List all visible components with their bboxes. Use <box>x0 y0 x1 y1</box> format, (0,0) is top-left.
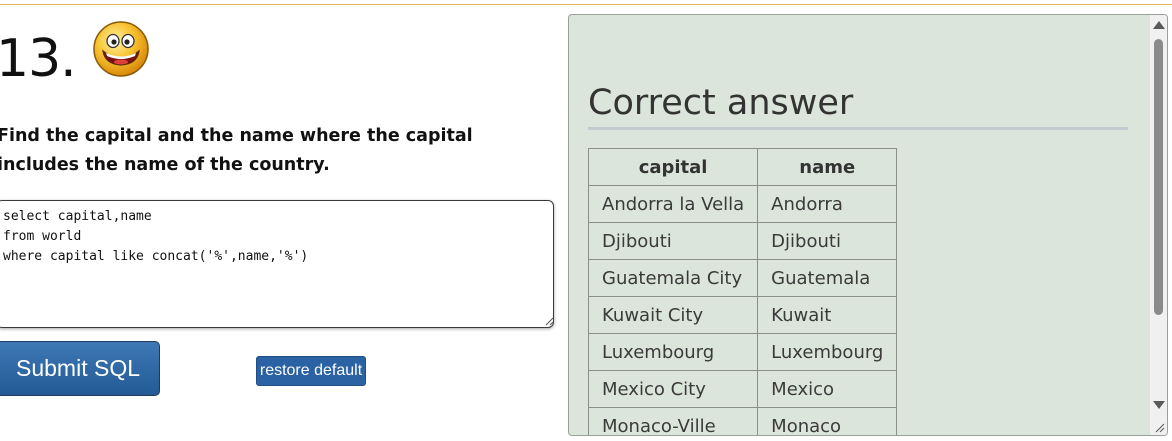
table-row: Luxembourg Luxembourg <box>587 333 898 371</box>
sql-editor[interactable]: select capital,name from world where cap… <box>0 200 554 328</box>
column-header-capital: capital <box>587 148 759 186</box>
correct-answer-panel[interactable]: Correct answer capital name Andorra la V… <box>568 14 1168 436</box>
scroll-down-arrow-icon[interactable] <box>1153 401 1165 409</box>
table-row: Andorra la Vella Andorra <box>587 185 898 223</box>
cell-name: Mexico <box>757 370 898 408</box>
answer-scrollbar[interactable] <box>1150 15 1167 435</box>
table-row: Monaco-Ville Monaco <box>587 407 898 435</box>
cell-name: Luxembourg <box>757 333 898 371</box>
question-panel: 13. Find the capital and the name where … <box>0 5 562 441</box>
answer-table: capital name Andorra la Vella Andorra Dj… <box>587 148 898 435</box>
submit-sql-button[interactable]: Submit SQL <box>0 341 160 396</box>
scroll-up-arrow-icon[interactable] <box>1153 21 1165 29</box>
cell-capital: Luxembourg <box>587 333 759 371</box>
cell-capital: Mexico City <box>587 370 759 408</box>
question-number: 13. <box>0 29 77 89</box>
cell-name: Djibouti <box>757 222 898 260</box>
cell-name: Kuwait <box>757 296 898 334</box>
cell-name: Andorra <box>757 185 898 223</box>
column-header-name: name <box>757 148 898 186</box>
cell-capital: Monaco-Ville <box>587 407 759 435</box>
cell-capital: Guatemala City <box>587 259 759 297</box>
restore-default-button[interactable]: restore default <box>256 356 366 386</box>
question-text: Find the capital and the name where the … <box>0 126 473 175</box>
cell-name: Guatemala <box>757 259 898 297</box>
cell-capital: Djibouti <box>587 222 759 260</box>
cell-name: Monaco <box>757 407 898 435</box>
table-row: Guatemala City Guatemala <box>587 259 898 297</box>
editor-resize-grip-icon[interactable] <box>545 317 554 326</box>
table-header-row: capital name <box>587 148 898 186</box>
correct-answer-heading: Correct answer <box>588 83 1128 130</box>
scrollbar-thumb[interactable] <box>1154 39 1163 315</box>
grinning-smiley-icon <box>93 21 149 77</box>
table-row: Djibouti Djibouti <box>587 222 898 260</box>
cell-capital: Kuwait City <box>587 296 759 334</box>
panel-resize-grip-icon[interactable] <box>1155 423 1165 433</box>
cell-capital: Andorra la Vella <box>587 185 759 223</box>
table-row: Mexico City Mexico <box>587 370 898 408</box>
table-row: Kuwait City Kuwait <box>587 296 898 334</box>
